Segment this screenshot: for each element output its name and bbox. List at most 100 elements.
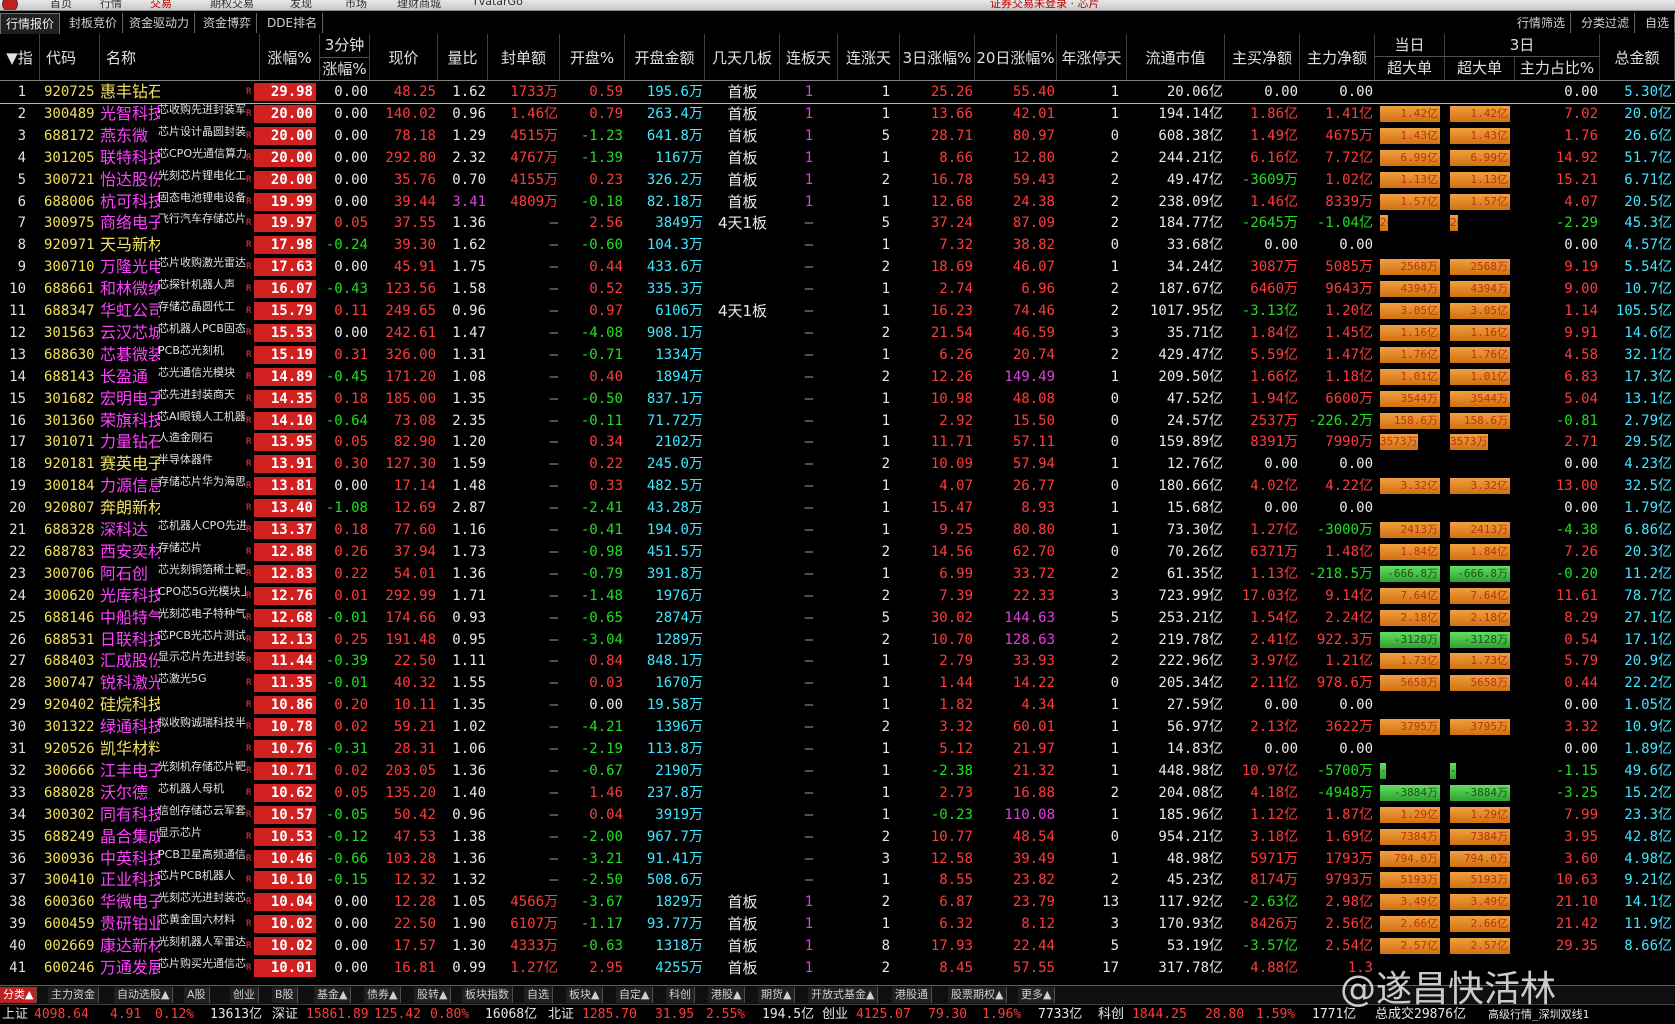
stock-name[interactable]: 怡达股份 <box>100 169 160 191</box>
stock-code[interactable]: 301322 <box>44 716 100 738</box>
table-row[interactable]: 26 688531 日联科技 芯PCB光芯片测试 R 12.13 0.25 191.48 0.9… <box>0 629 1675 651</box>
stock-code[interactable]: 688143 <box>44 366 100 388</box>
stock-code[interactable]: 688630 <box>44 344 100 366</box>
stock-name[interactable]: 贵研铂业 <box>100 913 160 935</box>
stock-code[interactable]: 688006 <box>44 191 100 213</box>
stock-code[interactable]: 002669 <box>44 935 100 957</box>
table-row[interactable]: 40 002669 康达新材 光刻机器人军雷达 R 10.02 0.00 17.57 1.30 4… <box>0 935 1675 957</box>
stock-name[interactable]: 凯华材料 <box>100 738 160 760</box>
col-open-amount[interactable]: 开盘金额 <box>625 34 705 80</box>
stock-name[interactable]: 奔朗新材 <box>100 497 160 519</box>
stock-name[interactable]: 沃尔德 <box>100 782 160 804</box>
col-float-mcap[interactable]: 流通市值 <box>1127 34 1225 80</box>
stock-code[interactable]: 300936 <box>44 848 100 870</box>
col-super-3day[interactable]: 超大单 <box>1445 57 1515 80</box>
table-row[interactable]: 23 300706阿石创芯光刻铜箔稀土靶材R12.83 0.22 54.01 1.36 —… <box>0 563 1675 585</box>
stock-name[interactable]: 芯碁微装 <box>100 344 160 366</box>
table-row[interactable]: 2 300489 光智科技 芯收购先进封装军 R 20.00 0.00 140.02 0.96 1… <box>0 103 1675 125</box>
table-row[interactable]: 13 688630 芯碁微装 PCB芯光刻机 R 15.19 0.31 326.00 1.31 —… <box>0 344 1675 366</box>
category-tab[interactable]: 自定▲ <box>616 987 654 1003</box>
tab-capital-drive[interactable]: 资金驱动力 <box>124 13 196 33</box>
stock-code[interactable]: 300620 <box>44 585 100 607</box>
stock-name[interactable]: 硅烷科技 <box>100 694 160 716</box>
category-tab[interactable]: 自选 <box>524 987 553 1003</box>
table-row[interactable]: 27 688403 汇成股份 显示芯片先进封装 R 11.44 -0.39 22.50 1.11… <box>0 650 1675 672</box>
stock-code[interactable]: 300184 <box>44 475 100 497</box>
table-row[interactable]: 22 688783西安奕材-U存储芯片 R12.88 0.26 37.94 1.73 — -0… <box>0 541 1675 563</box>
category-tab[interactable]: 自动选股▲ <box>114 987 174 1003</box>
stock-name[interactable]: 阿石创 <box>100 563 160 585</box>
stock-name[interactable]: 绿通科技 <box>100 716 160 738</box>
menu-item-options-trade[interactable]: 期权交易 <box>210 0 254 10</box>
col-volume-ratio[interactable]: 量比 <box>438 34 488 80</box>
stock-name[interactable]: 西安奕材-U <box>100 541 160 563</box>
stock-code[interactable]: 301563 <box>44 322 100 344</box>
stock-code[interactable]: 920402 <box>44 694 100 716</box>
table-row[interactable]: 19 300184 力源信息 存储芯片华为海思 R 13.81 0.00 17.14 1.48 —… <box>0 475 1675 497</box>
menu-item-tvatargo[interactable]: TvatarGo <box>472 0 523 8</box>
category-tab[interactable]: 期货▲ <box>758 987 796 1003</box>
kc-value[interactable]: 1844.25 <box>1132 1006 1187 1024</box>
table-row[interactable]: 16 301360 荣旗科技 芯AI眼镜人工机器 R 14.10 -0.64 73.08 2.3… <box>0 410 1675 432</box>
col-consecutive-boards[interactable]: 连板天 <box>780 34 838 80</box>
stock-name[interactable]: 宏明电子 <box>100 388 160 410</box>
tab-watchlist[interactable]: 自选 <box>1640 13 1675 33</box>
col-total-amount[interactable]: 总金额 <box>1600 34 1675 80</box>
stock-name[interactable]: 锐科激光 <box>100 672 160 694</box>
stock-code[interactable]: 688249 <box>44 826 100 848</box>
stock-name[interactable]: 华虹公司 <box>100 300 160 322</box>
stock-code[interactable]: 300489 <box>44 103 100 125</box>
stock-name[interactable]: 商络电子 <box>100 212 160 234</box>
table-row[interactable]: 14 688143 长盈通 芯光通信光模块 R 14.89 -0.45 171.20 1.08 —… <box>0 366 1675 388</box>
table-row[interactable]: 15 301682 宏明电子 芯先进封装商天 R 14.35 0.18 185.00 1.35 —… <box>0 388 1675 410</box>
stock-name[interactable]: 云汉芯城 <box>100 322 160 344</box>
col-year-limit-days[interactable]: 年涨停天 <box>1057 34 1127 80</box>
sh-value[interactable]: 4098.64 <box>34 1006 89 1024</box>
category-tab[interactable]: 科创 <box>666 987 695 1003</box>
stock-code[interactable]: 688403 <box>44 650 100 672</box>
login-alert[interactable]: 证券交易未登录 · 芯片 <box>990 0 1100 10</box>
tab-capital-game[interactable]: 资金博弈 <box>198 13 258 33</box>
menu-item-home[interactable]: 首页 <box>50 0 72 10</box>
col-code[interactable]: 代码 <box>40 34 100 80</box>
category-tab[interactable]: A股 <box>184 987 210 1003</box>
category-tab[interactable]: 债券▲ <box>364 987 402 1003</box>
table-row[interactable]: 24 300620光库科技CPO芯5G光模块上游R12.76 0.01 292.99 1… <box>0 585 1675 607</box>
menu-item-quotes[interactable]: 行情 <box>100 0 122 10</box>
table-row[interactable]: 25 688146 中船特气 光刻芯电子特种气 R 12.68 -0.01 174.66 0.9… <box>0 607 1675 629</box>
table-row[interactable]: 18 920181 赛英电子 半导体器件 R 13.91 0.30 127.30 1.59 — 0.… <box>0 453 1675 475</box>
category-tab[interactable]: 板块指数 <box>462 987 513 1003</box>
stock-code[interactable]: 688783 <box>44 541 100 563</box>
tab-seal-bidding[interactable]: 封板竞价 <box>64 13 124 33</box>
stock-name[interactable]: 华微电子 <box>100 891 160 913</box>
col-open-pct[interactable]: 开盘% <box>560 34 625 80</box>
col-super-today[interactable]: 超大单 <box>1375 57 1445 80</box>
tab-category-filter[interactable]: 分类过滤 <box>1576 13 1636 33</box>
menu-item-market[interactable]: 市场 <box>345 0 367 10</box>
stock-name[interactable]: 光库科技 <box>100 585 160 607</box>
stock-name[interactable]: 惠丰钻石 <box>100 81 160 103</box>
stock-name[interactable]: 燕东微 <box>100 125 160 147</box>
stock-code[interactable]: 300710 <box>44 256 100 278</box>
stock-code[interactable]: 600360 <box>44 891 100 913</box>
col-name[interactable]: 名称 <box>100 34 260 80</box>
table-row[interactable]: 5 300721 怡达股份 光刻芯片锂电化工 R 20.00 0.00 35.76 0.70 41… <box>0 169 1675 191</box>
stock-code[interactable]: 920807 <box>44 497 100 519</box>
stock-name[interactable]: 康达新材 <box>100 935 160 957</box>
table-row[interactable]: 11 688347 华虹公司 存储芯晶圆代工 R 15.79 0.11 249.65 0.96 —… <box>0 300 1675 322</box>
stock-code[interactable]: 300410 <box>44 869 100 891</box>
category-tab[interactable]: 主力资金 <box>48 987 99 1003</box>
stock-code[interactable]: 688531 <box>44 629 100 651</box>
table-row[interactable]: 21 688328深科达芯机器人CPO先进封装R13.37 0.18 77.60 1.1… <box>0 519 1675 541</box>
stock-name[interactable]: 杭可科技 <box>100 191 160 213</box>
category-tab[interactable]: 开放式基金▲ <box>808 987 879 1003</box>
stock-name[interactable]: 日联科技 <box>100 629 160 651</box>
stock-code[interactable]: 300747 <box>44 672 100 694</box>
category-tab[interactable]: 板块▲ <box>566 987 604 1003</box>
stock-name[interactable]: 中船特气 <box>100 607 160 629</box>
table-row[interactable]: 36 300936中英科技PCB卫星高频通信材R10.46 -0.66 103.28 1… <box>0 848 1675 870</box>
table-row[interactable]: 39 600459 贵研铂业 芯黄金国六材料 R 10.02 0.00 22.50 1.90 61… <box>0 913 1675 935</box>
table-row[interactable]: 37 300410 正业科技 芯片PCB机器人 R 10.10 -0.15 12.32 1.32… <box>0 869 1675 891</box>
category-tab[interactable]: 基金▲ <box>314 987 352 1003</box>
stock-name[interactable]: 正业科技 <box>100 869 160 891</box>
